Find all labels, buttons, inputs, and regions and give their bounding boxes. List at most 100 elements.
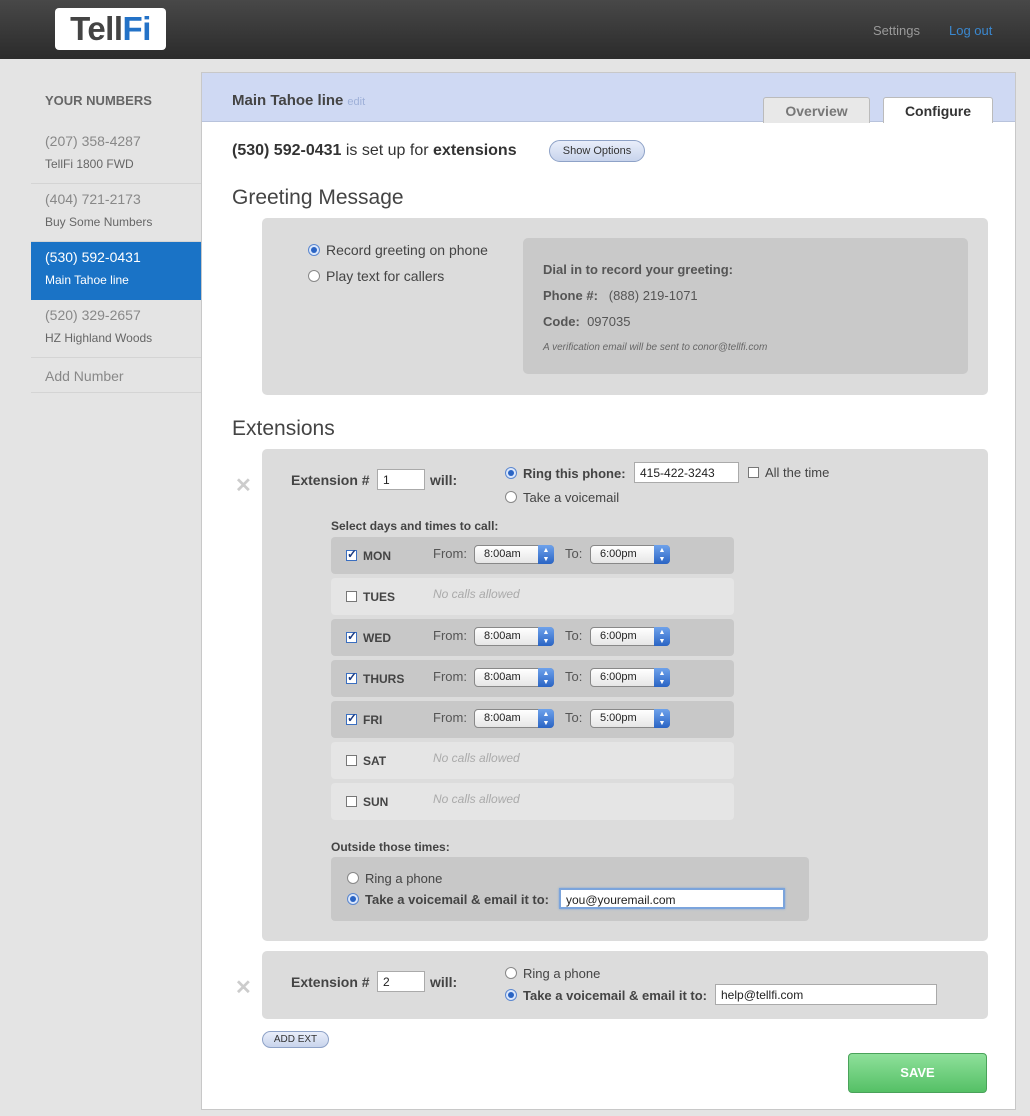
sidebar-item-number: (404) 721-2173 <box>45 191 141 207</box>
mon-to-select[interactable]: 6:00pm ▲ ▼ <box>590 545 670 564</box>
add-number-link[interactable]: Add Number <box>31 358 201 393</box>
extension-1-box: Extension # 1 will: Ring this phone: 415… <box>262 449 988 941</box>
logout-link[interactable]: Log out <box>949 23 992 38</box>
radio-selected-icon[interactable] <box>505 989 517 1001</box>
day-row-mon: MON From: 8:00am▲▼ To: 6:00pm▲▼ <box>331 537 734 574</box>
ext2-voicemail-option[interactable]: Take a voicemail & email it to: <box>505 988 707 1003</box>
edit-title-link[interactable]: edit <box>347 96 365 108</box>
checkbox-checked-icon[interactable] <box>346 711 357 725</box>
extension-2-number-input[interactable]: 2 <box>377 971 425 992</box>
remove-extension-2-icon[interactable]: ✕ <box>235 975 252 1000</box>
verification-note: A verification email will be sent to con… <box>543 342 768 353</box>
sidebar: YOUR NUMBERS (207) 358-4287 TellFi 1800 … <box>31 74 201 393</box>
panel-header: Main Tahoe line edit Overview Configure <box>202 73 1015 123</box>
select-days-label: Select days and times to call: <box>331 519 499 533</box>
select-arrows-icon: ▲ ▼ <box>654 709 670 728</box>
day-sun-checkbox[interactable]: SUN <box>346 795 388 809</box>
select-arrows-icon: ▲ ▼ <box>654 545 670 564</box>
save-button[interactable]: SAVE <box>848 1053 987 1093</box>
day-thurs-checkbox[interactable]: THURS <box>346 670 404 686</box>
select-arrows-icon: ▲ ▼ <box>538 709 554 728</box>
all-the-time-option[interactable]: All the time <box>748 465 829 480</box>
from-label: From: <box>433 546 467 561</box>
outside-email-input[interactable]: you@youremail.com <box>559 888 785 909</box>
wed-to-select[interactable]: 6:00pm ▲ ▼ <box>590 627 670 646</box>
tellfi-logo[interactable]: TellFi <box>55 8 166 50</box>
outside-times-box: Ring a phone Take a voicemail & email it… <box>331 857 809 921</box>
to-label: To: <box>565 710 583 725</box>
from-label: From: <box>433 710 467 725</box>
sidebar-item-5305920431[interactable]: (530) 592-0431 Main Tahoe line <box>31 242 201 300</box>
radio-icon[interactable] <box>505 967 517 979</box>
dial-in-title: Dial in to record your greeting: <box>543 262 733 277</box>
remove-extension-1-icon[interactable]: ✕ <box>235 473 252 498</box>
checkbox-icon[interactable] <box>346 796 357 807</box>
sidebar-item-4047212173[interactable]: (404) 721-2173 Buy Some Numbers <box>31 184 201 242</box>
sidebar-item-number: (530) 592-0431 <box>45 249 141 265</box>
no-calls-label: No calls allowed <box>433 751 520 765</box>
day-wed-checkbox[interactable]: WED <box>346 629 391 645</box>
day-row-thurs: THURS From: 8:00am▲▼ To: 6:00pm▲▼ <box>331 660 734 697</box>
mon-from-select[interactable]: 8:00am ▲ ▼ <box>474 545 554 564</box>
extension-label: Extension # <box>291 472 370 488</box>
page-title: Main Tahoe line edit <box>232 92 366 109</box>
greeting-heading: Greeting Message <box>232 186 404 209</box>
sidebar-item-label: Buy Some Numbers <box>45 215 153 229</box>
outside-voicemail-option[interactable]: Take a voicemail & email it to: <box>347 892 549 907</box>
tab-configure[interactable]: Configure <box>883 97 993 123</box>
settings-link[interactable]: Settings <box>873 23 920 38</box>
sidebar-item-5203292657[interactable]: (520) 329-2657 HZ Highland Woods <box>31 300 201 358</box>
day-sat-checkbox[interactable]: SAT <box>346 754 386 768</box>
record-greeting-option[interactable]: Record greeting on phone <box>308 242 488 258</box>
select-arrows-icon: ▲ ▼ <box>654 627 670 646</box>
play-text-option[interactable]: Play text for callers <box>308 268 444 284</box>
radio-icon[interactable] <box>505 491 517 503</box>
radio-icon[interactable] <box>308 270 320 282</box>
setup-summary: (530) 592-0431 is set up for extensions <box>232 142 517 159</box>
radio-selected-icon[interactable] <box>505 467 517 479</box>
radio-selected-icon[interactable] <box>347 893 359 905</box>
sidebar-item-label: HZ Highland Woods <box>45 331 153 345</box>
checkbox-checked-icon[interactable] <box>346 670 357 684</box>
no-calls-label: No calls allowed <box>433 792 520 806</box>
show-options-button[interactable]: Show Options <box>549 140 645 162</box>
from-label: From: <box>433 628 467 643</box>
from-label: From: <box>433 669 467 684</box>
add-extension-button[interactable]: ADD EXT <box>262 1031 329 1048</box>
to-label: To: <box>565 669 583 684</box>
sidebar-item-label: TellFi 1800 FWD <box>45 157 134 171</box>
extensions-heading: Extensions <box>232 417 335 440</box>
dial-in-code: Code: 097035 <box>543 314 631 329</box>
fri-to-select[interactable]: 5:00pm ▲ ▼ <box>590 709 670 728</box>
checkbox-icon[interactable] <box>346 755 357 766</box>
checkbox-checked-icon[interactable] <box>346 547 357 561</box>
thurs-from-select[interactable]: 8:00am ▲ ▼ <box>474 668 554 687</box>
radio-selected-icon[interactable] <box>308 244 320 256</box>
radio-icon[interactable] <box>347 872 359 884</box>
checkbox-checked-icon[interactable] <box>346 629 357 643</box>
extension-1-number-input[interactable]: 1 <box>377 469 425 490</box>
will-label: will: <box>430 472 458 488</box>
select-arrows-icon: ▲ ▼ <box>538 545 554 564</box>
day-mon-checkbox[interactable]: MON <box>346 547 391 563</box>
sidebar-item-number: (520) 329-2657 <box>45 307 141 323</box>
ring-phone-input[interactable]: 415-422-3243 <box>634 462 739 483</box>
tab-overview[interactable]: Overview <box>763 97 870 123</box>
sidebar-item-2073584287[interactable]: (207) 358-4287 TellFi 1800 FWD <box>31 126 201 184</box>
ext2-email-input[interactable]: help@tellfi.com <box>715 984 937 1005</box>
ext2-ring-option[interactable]: Ring a phone <box>505 966 600 981</box>
select-arrows-icon: ▲ ▼ <box>654 668 670 687</box>
day-row-tues: TUES No calls allowed <box>331 578 734 615</box>
checkbox-icon[interactable] <box>346 591 357 602</box>
wed-from-select[interactable]: 8:00am ▲ ▼ <box>474 627 554 646</box>
checkbox-icon[interactable] <box>748 467 759 478</box>
day-fri-checkbox[interactable]: FRI <box>346 711 382 727</box>
ring-this-phone-option[interactable]: Ring this phone: <box>505 465 626 481</box>
outside-times-label: Outside those times: <box>331 840 450 854</box>
take-voicemail-option[interactable]: Take a voicemail <box>505 490 619 505</box>
fri-from-select[interactable]: 8:00am ▲ ▼ <box>474 709 554 728</box>
day-row-wed: WED From: 8:00am▲▼ To: 6:00pm▲▼ <box>331 619 734 656</box>
day-tues-checkbox[interactable]: TUES <box>346 590 395 604</box>
outside-ring-option[interactable]: Ring a phone <box>347 871 442 886</box>
thurs-to-select[interactable]: 6:00pm ▲ ▼ <box>590 668 670 687</box>
